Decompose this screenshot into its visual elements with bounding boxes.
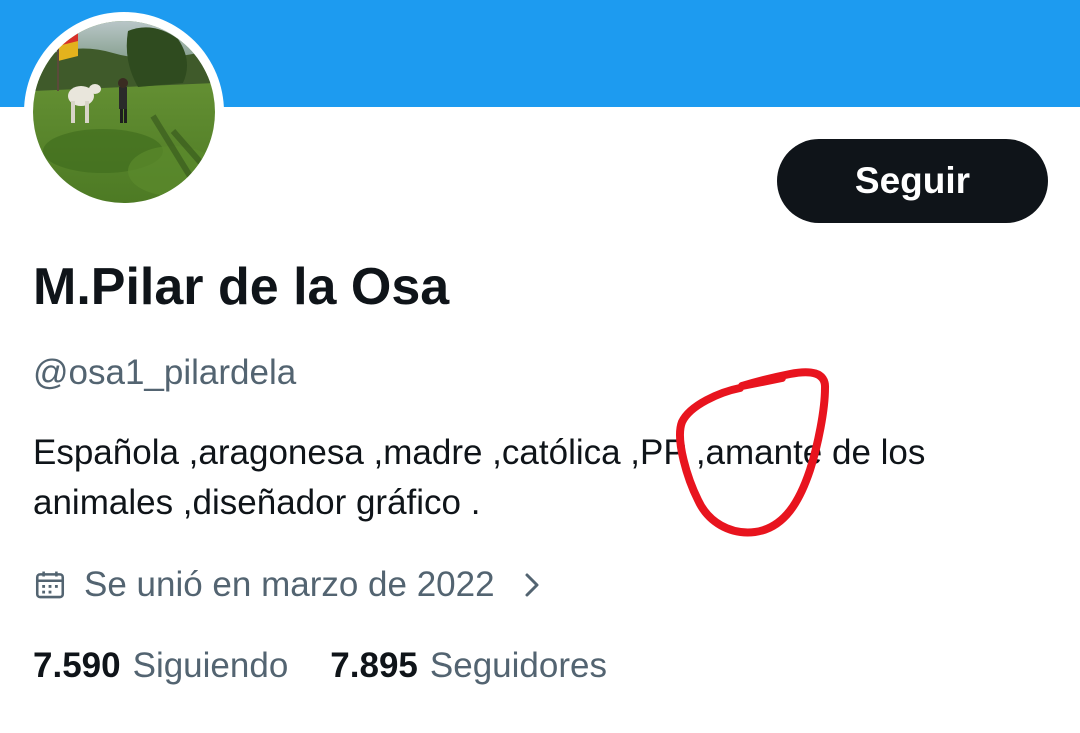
follow-stats: 7.590 Siguiendo 7.895 Seguidores [33, 641, 607, 691]
followers-link[interactable]: 7.895 Seguidores [330, 646, 607, 686]
follow-button[interactable]: Seguir [777, 139, 1048, 223]
chevron-right-icon[interactable] [517, 570, 547, 600]
join-date-row[interactable]: Se unió en marzo de 2022 [33, 560, 547, 610]
display-name: M.Pilar de la Osa [33, 258, 450, 316]
following-link[interactable]: 7.590 Siguiendo [33, 646, 288, 686]
join-date-text: Se unió en marzo de 2022 [84, 565, 495, 604]
profile-bio: Española ,aragonesa ,madre ,católica ,PP… [33, 433, 926, 522]
following-label: Siguiendo [132, 646, 289, 685]
followers-count: 7.895 [330, 646, 418, 685]
followers-label: Seguidores [429, 646, 607, 685]
following-count: 7.590 [33, 646, 121, 685]
avatar-photo [33, 21, 215, 203]
calendar-icon [35, 571, 65, 599]
avatar[interactable] [24, 12, 224, 212]
username-handle: @osa1_pilardela [33, 353, 297, 392]
